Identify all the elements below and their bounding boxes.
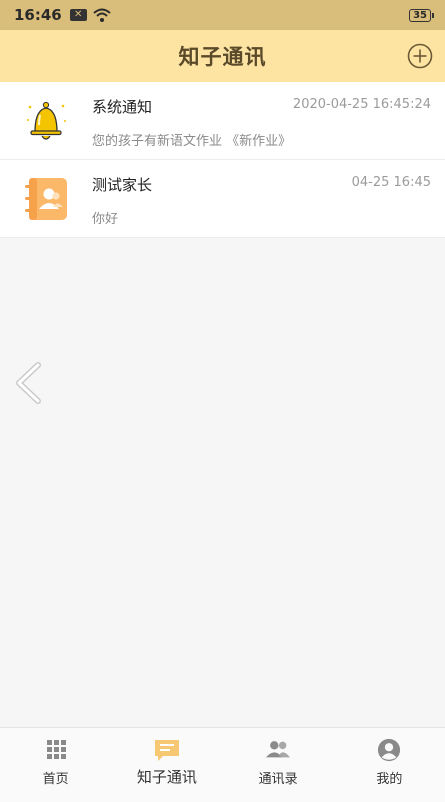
status-time: 16:46 bbox=[14, 6, 62, 24]
conversation-time: 04-25 16:45 bbox=[351, 175, 431, 190]
tab-label: 知子通讯 bbox=[136, 768, 197, 786]
status-bar: 16:46 ✕ 35 bbox=[0, 0, 445, 30]
conversation-time: 2020-04-25 16:45:24 bbox=[292, 97, 431, 112]
back-arrow-icon[interactable] bbox=[14, 362, 42, 404]
bottom-tab-bar: 首页 知子通讯 通讯录 我的 bbox=[0, 727, 445, 802]
page-title: 知子通讯 bbox=[178, 45, 267, 69]
conversation-name: 系统通知 bbox=[92, 98, 153, 116]
conversation-list: 系统通知 2020-04-25 16:45:24 您的孩子有新语文作业 《新作业… bbox=[0, 82, 445, 238]
tab-label: 我的 bbox=[376, 772, 403, 787]
user-circle-icon bbox=[378, 738, 401, 762]
conversation-preview: 您的孩子有新语文作业 《新作业》 bbox=[92, 134, 292, 149]
tab-label: 通讯录 bbox=[258, 772, 298, 787]
conversation-row-system[interactable]: 系统通知 2020-04-25 16:45:24 您的孩子有新语文作业 《新作业… bbox=[0, 82, 445, 160]
tab-messages[interactable]: 知子通讯 bbox=[111, 728, 222, 802]
wifi-icon bbox=[93, 8, 111, 22]
header-bar: 知子通讯 bbox=[0, 30, 445, 82]
grid-icon bbox=[46, 740, 66, 759]
bell-icon bbox=[27, 101, 66, 140]
conversation-preview: 你好 bbox=[92, 212, 119, 227]
conversation-name: 测试家长 bbox=[92, 176, 153, 194]
notification-icon: ✕ bbox=[69, 9, 87, 21]
conversation-row-parent[interactable]: 测试家长 04-25 16:45 你好 bbox=[0, 160, 445, 238]
chat-bubble-icon bbox=[154, 740, 179, 761]
tab-label: 首页 bbox=[42, 772, 69, 787]
plus-circle-icon[interactable] bbox=[407, 43, 433, 69]
tab-profile[interactable]: 我的 bbox=[334, 728, 445, 802]
tab-home[interactable]: 首页 bbox=[0, 728, 111, 802]
battery-icon: 35 bbox=[409, 8, 434, 22]
tab-contacts[interactable]: 通讯录 bbox=[223, 728, 334, 802]
contact-book-icon bbox=[25, 177, 67, 220]
people-icon bbox=[266, 741, 291, 758]
